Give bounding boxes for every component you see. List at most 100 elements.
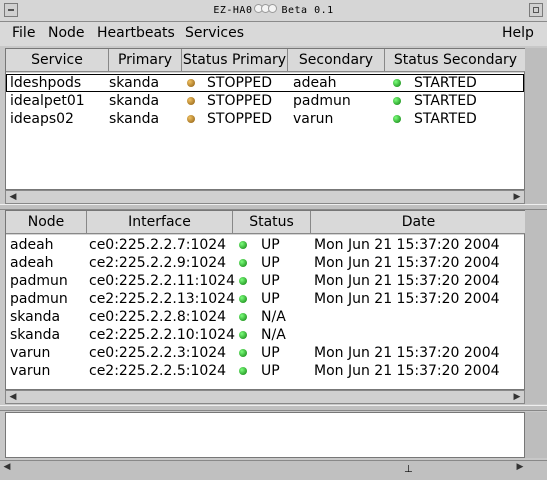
resize-grip-icon[interactable]: ⊥ [404, 465, 414, 475]
app-logo-icon [254, 4, 278, 16]
window-title-right: Beta 0.1 [281, 5, 334, 16]
status-cell: UP [261, 255, 280, 271]
col-header-status[interactable]: Status [233, 211, 311, 234]
table-row[interactable]: adeah ce0:225.2.2.7:1024 UP Mon Jun 21 15:3… [6, 236, 524, 254]
bottom-scrollbar[interactable]: ◀ ⊥ ▶ [0, 460, 547, 480]
scroll-right-icon[interactable]: ▶ [515, 462, 525, 472]
menu-node[interactable]: Node [46, 25, 87, 41]
menu-file[interactable]: File [10, 25, 37, 41]
title-bar: EZ-HA0 Beta 0.1 [0, 0, 547, 22]
status-up-icon [239, 295, 247, 303]
pane-divider[interactable] [0, 405, 547, 411]
interface-cell: ce2:225.2.2.10:1024 [89, 327, 235, 343]
status-up-icon [239, 259, 247, 267]
scroll-left-icon[interactable]: ◀ [8, 392, 18, 402]
table-row[interactable]: ldeshpods skanda STOPPED adeah STARTED [6, 74, 524, 92]
status-primary-cell: STOPPED [207, 93, 272, 109]
menu-heartbeats[interactable]: Heartbeats [95, 25, 177, 41]
col-header-secondary[interactable]: Secondary [288, 49, 385, 72]
node-cell: skanda [10, 327, 61, 343]
table-row[interactable]: idealpet01 skanda STOPPED padmun STARTED [6, 92, 524, 110]
col-header-service[interactable]: Service [6, 49, 109, 72]
secondary-cell: padmun [293, 93, 351, 109]
node-cell: varun [10, 345, 51, 361]
menu-bar: File Node Heartbeats Services Help [0, 22, 547, 46]
status-cell: UP [261, 237, 280, 253]
date-cell: Mon Jun 21 15:37:20 2004 [314, 273, 500, 289]
date-cell: Mon Jun 21 15:37:20 2004 [314, 255, 500, 271]
secondary-cell: adeah [293, 75, 337, 91]
status-primary-cell: STOPPED [207, 75, 272, 91]
col-header-date[interactable]: Date [311, 211, 526, 234]
status-stopped-icon [187, 79, 195, 87]
log-area[interactable] [5, 412, 525, 458]
status-started-icon [393, 79, 401, 87]
col-header-status-primary[interactable]: Status Primary [182, 49, 288, 72]
table-row[interactable]: skanda ce2:225.2.2.10:1024 N/A [6, 326, 524, 344]
status-cell: UP [261, 291, 280, 307]
table-row[interactable]: padmun ce2:225.2.2.13:1024 UP Mon Jun 21 15… [6, 290, 524, 308]
status-cell: UP [261, 363, 280, 379]
service-cell: idealpet01 [10, 93, 85, 109]
nodes-table: Node Interface Status Date adeah ce0:225.… [5, 210, 526, 390]
status-secondary-cell: STARTED [414, 93, 477, 109]
services-table: Service Primary Status Primary Secondary… [5, 48, 526, 190]
status-secondary-cell: STARTED [414, 75, 477, 91]
log-vertical-scrollbar[interactable] [525, 412, 547, 458]
scroll-right-icon[interactable]: ▶ [512, 192, 522, 202]
col-header-status-secondary[interactable]: Status Secondary [385, 49, 526, 72]
table-row[interactable]: adeah ce2:225.2.2.9:1024 UP Mon Jun 21 15:3… [6, 254, 524, 272]
window-title-left: EZ-HA0 [213, 5, 253, 16]
interface-cell: ce0:225.2.2.8:1024 [89, 309, 227, 325]
status-started-icon [393, 97, 401, 105]
nodes-vertical-scrollbar[interactable] [525, 210, 547, 404]
status-up-icon [239, 241, 247, 249]
status-started-icon [393, 115, 401, 123]
status-up-icon [239, 331, 247, 339]
services-vertical-scrollbar[interactable] [525, 48, 547, 204]
node-cell: padmun [10, 291, 68, 307]
status-primary-cell: STOPPED [207, 111, 272, 127]
menu-services[interactable]: Services [183, 25, 246, 41]
table-row[interactable]: ideaps02 skanda STOPPED varun STARTED [6, 110, 524, 128]
nodes-header-row: Node Interface Status Date [6, 211, 526, 235]
interface-cell: ce0:225.2.2.11:1024 [89, 273, 235, 289]
maximize-button[interactable] [529, 3, 543, 17]
status-up-icon [239, 349, 247, 357]
col-header-interface[interactable]: Interface [87, 211, 233, 234]
status-up-icon [239, 367, 247, 375]
col-header-node[interactable]: Node [6, 211, 87, 234]
node-cell: adeah [10, 237, 54, 253]
interface-cell: ce2:225.2.2.9:1024 [89, 255, 227, 271]
status-cell: N/A [261, 309, 286, 325]
table-row[interactable]: varun ce0:225.2.2.3:1024 UP Mon Jun 21 15:3… [6, 344, 524, 362]
interface-cell: ce2:225.2.2.5:1024 [89, 363, 227, 379]
interface-cell: ce0:225.2.2.3:1024 [89, 345, 227, 361]
menu-help[interactable]: Help [500, 25, 536, 41]
date-cell: Mon Jun 21 15:37:20 2004 [314, 363, 500, 379]
node-cell: skanda [10, 309, 61, 325]
service-cell: ideaps02 [10, 111, 74, 127]
secondary-cell: varun [293, 111, 334, 127]
date-cell: Mon Jun 21 15:37:20 2004 [314, 291, 500, 307]
interface-cell: ce2:225.2.2.13:1024 [89, 291, 235, 307]
table-row[interactable]: varun ce2:225.2.2.5:1024 UP Mon Jun 21 15:3… [6, 362, 524, 380]
nodes-horizontal-scrollbar[interactable]: ◀ ▶ [5, 390, 525, 404]
status-up-icon [239, 313, 247, 321]
col-header-primary[interactable]: Primary [109, 49, 182, 72]
status-secondary-cell: STARTED [414, 111, 477, 127]
date-cell: Mon Jun 21 15:37:20 2004 [314, 237, 500, 253]
node-cell: adeah [10, 255, 54, 271]
scroll-left-icon[interactable]: ◀ [8, 192, 18, 202]
node-cell: varun [10, 363, 51, 379]
date-cell: Mon Jun 21 15:37:20 2004 [314, 345, 500, 361]
table-row[interactable]: padmun ce0:225.2.2.11:1024 UP Mon Jun 21 15… [6, 272, 524, 290]
services-horizontal-scrollbar[interactable]: ◀ ▶ [5, 190, 525, 204]
scroll-left-icon[interactable]: ◀ [2, 462, 12, 472]
primary-cell: skanda [109, 75, 160, 91]
primary-cell: skanda [109, 111, 160, 127]
status-up-icon [239, 277, 247, 285]
service-cell: ldeshpods [10, 75, 82, 91]
scroll-right-icon[interactable]: ▶ [512, 392, 522, 402]
table-row[interactable]: skanda ce0:225.2.2.8:1024 N/A [6, 308, 524, 326]
